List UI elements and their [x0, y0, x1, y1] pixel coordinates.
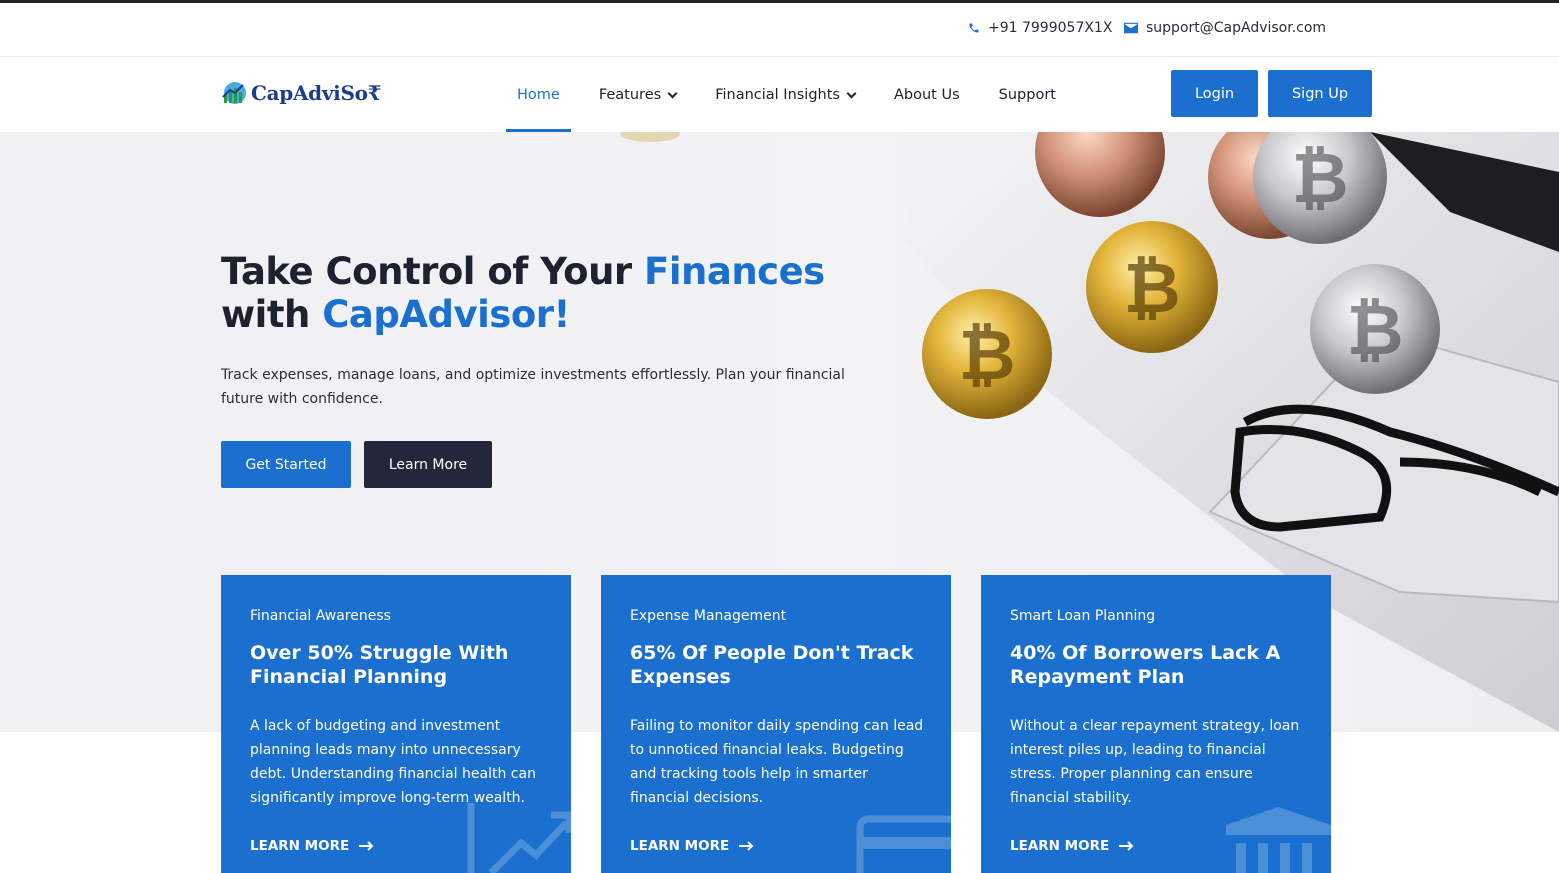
learn-more-button[interactable]: Learn More	[364, 441, 492, 488]
nav-financial-insights[interactable]: Financial Insights	[704, 58, 866, 132]
envelope-icon	[1124, 22, 1138, 34]
svg-text:₿: ₿	[1123, 247, 1180, 329]
arrow-right-icon	[739, 841, 754, 851]
hero-title-part1: Take Control of Your	[221, 250, 645, 293]
card-link-label: LEARN MORE	[250, 838, 350, 854]
chart-growth-icon	[467, 803, 571, 873]
info-card-smart-loan-planning: Smart Loan Planning 40% Of Borrowers Lac…	[981, 575, 1331, 873]
info-card-financial-awareness: Financial Awareness Over 50% Struggle Wi…	[221, 575, 571, 873]
card-link-label: LEARN MORE	[1010, 838, 1110, 854]
nav-financial-insights-label: Financial Insights	[715, 87, 840, 103]
card-title: 65% Of People Don't Track Expenses	[630, 642, 914, 688]
brand-name: CapAdviSo₹	[251, 81, 382, 105]
nav-support[interactable]: Support	[988, 58, 1067, 132]
nav-features-label: Features	[598, 87, 662, 103]
arrow-right-icon	[359, 841, 374, 851]
svg-text:₿: ₿	[958, 314, 1015, 396]
nav-about-us-label: About Us	[893, 87, 960, 103]
nav-features[interactable]: Features	[588, 58, 687, 132]
info-card-expense-management: Expense Management 65% Of People Don't T…	[601, 575, 951, 873]
phone-icon	[969, 23, 979, 33]
card-title: 40% Of Borrowers Lack A Repayment Plan	[1010, 642, 1281, 688]
get-started-button[interactable]: Get Started	[221, 441, 351, 488]
hero-title-accent2: CapAdvisor!	[322, 293, 570, 336]
main-navbar: CapAdviSo₹ Home Features Financial Insig…	[0, 58, 1559, 132]
hero-title-accent1: Finances	[644, 250, 825, 293]
login-button[interactable]: Login	[1171, 70, 1258, 117]
nav-support-label: Support	[998, 87, 1056, 103]
chevron-down-icon	[667, 88, 678, 98]
card-learn-more-link[interactable]: LEARN MORE	[1010, 838, 1135, 854]
brand-logo[interactable]: CapAdviSo₹	[221, 80, 382, 106]
email-address: support@CapAdvisor.com	[1146, 20, 1327, 36]
phone-contact[interactable]: +91 7999057X1X	[968, 20, 1112, 36]
hero-subtitle: Track expenses, manage loans, and optimi…	[221, 367, 845, 407]
card-link-label: LEARN MORE	[630, 838, 730, 854]
credit-card-icon	[856, 815, 951, 873]
logo-chart-icon	[221, 80, 247, 106]
nav-home[interactable]: Home	[506, 58, 571, 132]
card-body: Without a clear repayment strategy, loan…	[1010, 718, 1300, 806]
signup-button[interactable]: Sign Up	[1268, 70, 1372, 117]
card-body: A lack of budgeting and investment plann…	[250, 718, 536, 806]
chevron-down-icon	[846, 88, 857, 98]
svg-text:₿: ₿	[1346, 289, 1403, 371]
card-learn-more-link[interactable]: LEARN MORE	[250, 838, 375, 854]
card-body: Failing to monitor daily spending can le…	[630, 718, 924, 806]
hero-title: Take Control of Your Finances with CapAd…	[221, 250, 825, 336]
card-learn-more-link[interactable]: LEARN MORE	[630, 838, 755, 854]
bank-icon	[1226, 807, 1331, 873]
svg-text:₿: ₿	[1291, 137, 1348, 219]
email-contact[interactable]: support@CapAdvisor.com	[1124, 20, 1326, 36]
arrow-right-icon	[1119, 841, 1134, 851]
card-title: Over 50% Struggle With Financial Plannin…	[250, 642, 509, 688]
nav-menu: Home Features Financial Insights About U…	[506, 58, 1084, 132]
card-eyebrow: Financial Awareness	[250, 608, 391, 624]
contact-bar: +91 7999057X1X support@CapAdvisor.com	[0, 3, 1559, 57]
nav-about-us[interactable]: About Us	[883, 58, 971, 132]
nav-home-label: Home	[517, 87, 560, 103]
phone-number: +91 7999057X1X	[988, 20, 1113, 36]
hero-title-part2: with	[221, 293, 323, 336]
card-eyebrow: Smart Loan Planning	[1010, 608, 1156, 624]
card-eyebrow: Expense Management	[630, 608, 787, 624]
